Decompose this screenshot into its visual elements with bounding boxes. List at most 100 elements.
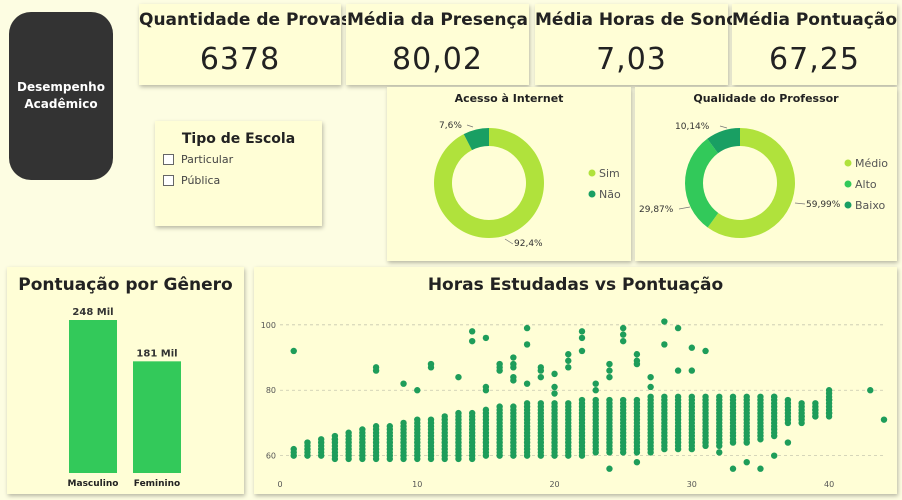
- scatter-point[interactable]: [455, 373, 462, 381]
- scatter-point[interactable]: [578, 347, 586, 355]
- scatter-point[interactable]: [757, 465, 764, 472]
- scatter-point[interactable]: [592, 387, 599, 394]
- donut-slice-alto[interactable]: [685, 138, 719, 228]
- scatter-point[interactable]: [578, 396, 586, 404]
- scatter-point[interactable]: [729, 393, 737, 400]
- scatter-point[interactable]: [647, 393, 654, 400]
- scatter-point[interactable]: [304, 439, 311, 446]
- scatter-point[interactable]: [784, 396, 792, 404]
- scatter-point[interactable]: [688, 344, 696, 351]
- scatter-point[interactable]: [565, 400, 572, 407]
- scatter-point[interactable]: [606, 465, 613, 472]
- scatter-point[interactable]: [757, 393, 764, 400]
- scatter-point[interactable]: [716, 393, 723, 400]
- scatter-point[interactable]: [290, 347, 297, 355]
- scatter-point[interactable]: [551, 370, 558, 378]
- scatter-point[interactable]: [619, 324, 627, 332]
- bar-masculino[interactable]: [69, 320, 117, 473]
- scatter-point[interactable]: [812, 413, 819, 420]
- scatter-point[interactable]: [619, 396, 627, 404]
- scatter-point[interactable]: [400, 380, 407, 387]
- scatter-point[interactable]: [427, 419, 435, 427]
- scatter-point[interactable]: [372, 423, 380, 430]
- scatter-point[interactable]: [386, 423, 394, 430]
- scatter-point[interactable]: [578, 328, 586, 335]
- scatter-point[interactable]: [359, 426, 366, 433]
- scatter-point[interactable]: [537, 400, 545, 407]
- scatter-point[interactable]: [647, 373, 654, 381]
- scatter-point[interactable]: [633, 396, 641, 404]
- scatter-point[interactable]: [523, 400, 531, 407]
- scatter-point[interactable]: [427, 360, 435, 368]
- scatter-point[interactable]: [578, 334, 586, 342]
- scatter-point[interactable]: [565, 364, 572, 371]
- scatter-point[interactable]: [674, 367, 682, 374]
- scatter-point[interactable]: [674, 393, 682, 400]
- scatter-point[interactable]: [455, 409, 462, 417]
- scatter-point[interactable]: [825, 409, 833, 417]
- scatter-point[interactable]: [482, 383, 490, 391]
- scatter-point[interactable]: [633, 351, 641, 358]
- scatter-point[interactable]: [702, 347, 709, 355]
- scatter-point[interactable]: [770, 393, 778, 400]
- scatter-point[interactable]: [290, 445, 297, 453]
- bar-feminino[interactable]: [133, 361, 181, 473]
- scatter-point[interactable]: [633, 458, 641, 466]
- scatter-point[interactable]: [606, 360, 613, 368]
- scatter-point[interactable]: [606, 373, 613, 381]
- scatter-point[interactable]: [482, 334, 490, 342]
- scatter-point[interactable]: [372, 364, 380, 371]
- slicer-option-particular[interactable]: Particular: [163, 153, 233, 166]
- slicer-option-publica[interactable]: Pública: [163, 174, 220, 187]
- scatter-point[interactable]: [468, 337, 476, 345]
- scatter-point[interactable]: [702, 393, 709, 400]
- scatter-point[interactable]: [345, 429, 352, 436]
- checkbox[interactable]: [163, 175, 174, 186]
- scatter-point[interactable]: [661, 393, 668, 400]
- scatter-point[interactable]: [537, 373, 545, 381]
- scatter-point[interactable]: [317, 436, 325, 443]
- scatter-point[interactable]: [825, 396, 833, 404]
- scatter-point[interactable]: [510, 354, 517, 361]
- scatter-point[interactable]: [661, 318, 668, 325]
- scatter-point[interactable]: [880, 416, 888, 423]
- scatter-point[interactable]: [798, 413, 805, 420]
- scatter-point[interactable]: [510, 373, 517, 381]
- scatter-point[interactable]: [414, 387, 421, 394]
- scatter-point[interactable]: [743, 393, 750, 400]
- scatter-point[interactable]: [716, 449, 723, 456]
- scatter-point[interactable]: [812, 400, 819, 407]
- scatter-point[interactable]: [661, 341, 668, 348]
- scatter-point[interactable]: [414, 416, 421, 423]
- scatter-point[interactable]: [674, 324, 682, 332]
- scatter-point[interactable]: [619, 337, 627, 345]
- scatter-point[interactable]: [812, 406, 819, 414]
- scatter-point[interactable]: [537, 364, 545, 371]
- scatter-point[interactable]: [565, 351, 572, 358]
- scatter-point[interactable]: [496, 367, 503, 374]
- scatter-point[interactable]: [510, 403, 517, 410]
- scatter-point[interactable]: [496, 360, 503, 368]
- scatter-point[interactable]: [523, 380, 531, 387]
- scatter-point[interactable]: [468, 409, 476, 417]
- scatter-point[interactable]: [647, 383, 654, 391]
- scatter-point[interactable]: [331, 436, 339, 443]
- scatter-point[interactable]: [551, 383, 558, 391]
- scatter-point[interactable]: [867, 387, 874, 394]
- scatter-point[interactable]: [688, 393, 696, 400]
- scatter-point[interactable]: [400, 419, 407, 427]
- scatter-point[interactable]: [592, 396, 599, 404]
- scatter-point[interactable]: [468, 328, 476, 335]
- scatter-point[interactable]: [551, 400, 558, 407]
- scatter-point[interactable]: [482, 406, 490, 414]
- scatter-point[interactable]: [743, 458, 750, 466]
- scatter-point[interactable]: [633, 357, 641, 364]
- scatter-point[interactable]: [441, 413, 448, 420]
- scatter-point[interactable]: [592, 380, 599, 387]
- scatter-point[interactable]: [798, 400, 805, 407]
- scatter-point[interactable]: [606, 396, 613, 404]
- scatter-point[interactable]: [784, 439, 792, 446]
- scatter-point[interactable]: [606, 367, 613, 374]
- scatter-point[interactable]: [798, 419, 805, 427]
- scatter-point[interactable]: [523, 341, 531, 348]
